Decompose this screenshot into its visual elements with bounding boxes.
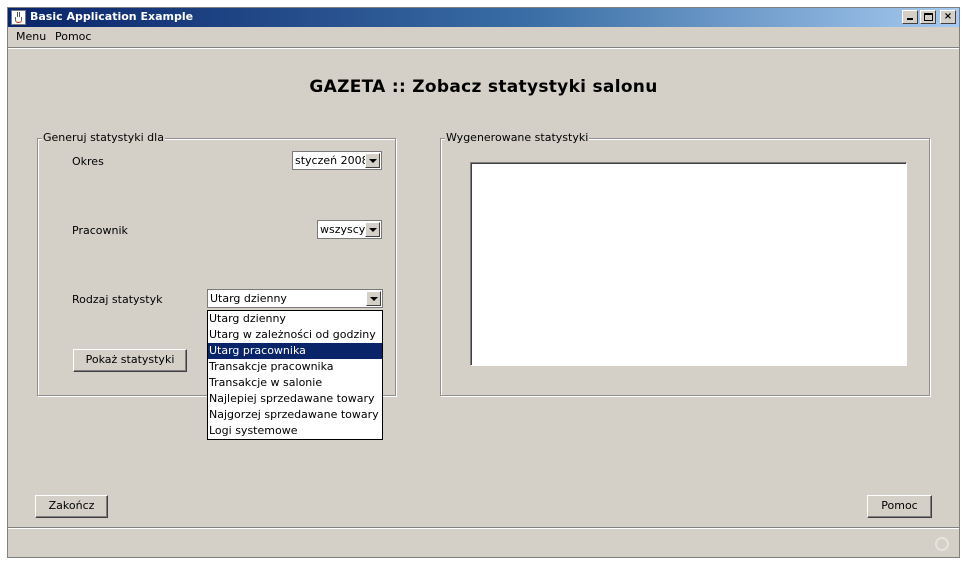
help-button[interactable]: Pomoc	[867, 495, 932, 518]
rodzaj-dropdown-list: Utarg dzienny Utarg w zależności od godz…	[207, 310, 383, 440]
okres-select[interactable]: styczeń 2008	[292, 151, 382, 170]
pracownik-select[interactable]: wszyscy	[317, 220, 382, 239]
pracownik-value: wszyscy	[320, 223, 366, 236]
minimize-icon	[907, 18, 913, 20]
list-item[interactable]: Transakcje pracownika	[208, 359, 382, 375]
maximize-icon	[924, 13, 933, 21]
chevron-down-icon[interactable]	[365, 153, 380, 168]
menu-bar: Menu Pomoc	[8, 27, 959, 47]
stats-output-area[interactable]	[470, 162, 907, 366]
list-item[interactable]: Najgorzej sprzedawane towary	[208, 407, 382, 423]
panel-title: Wygenerowane statystyki	[445, 131, 590, 144]
application-window: Basic Application Example × Menu Pomoc G…	[7, 7, 960, 558]
status-separator	[8, 527, 959, 529]
list-item-highlighted[interactable]: Utarg pracownika	[208, 343, 382, 359]
chevron-down-icon[interactable]	[366, 291, 381, 306]
menu-separator	[8, 47, 959, 49]
rodzaj-value: Utarg dzienny	[210, 292, 287, 305]
page-title: GAZETA :: Zobacz statystyki salonu	[309, 77, 658, 97]
minimize-button[interactable]	[902, 10, 918, 24]
chevron-down-icon[interactable]	[365, 222, 380, 237]
busy-indicator-icon	[935, 537, 949, 551]
list-item[interactable]: Utarg w zależności od godziny	[208, 327, 382, 343]
exit-button[interactable]: Zakończ	[35, 495, 108, 518]
close-icon: ×	[943, 11, 953, 22]
okres-label: Okres	[72, 155, 104, 168]
rodzaj-select[interactable]: Utarg dzienny	[207, 289, 383, 308]
window-title: Basic Application Example	[30, 10, 194, 23]
pracownik-label: Pracownik	[72, 224, 128, 237]
panel-title: Generuj statystyki dla	[42, 131, 165, 144]
list-item[interactable]: Najlepiej sprzedawane towary	[208, 391, 382, 407]
list-item[interactable]: Utarg dzienny	[208, 311, 382, 327]
close-button[interactable]: ×	[940, 10, 956, 24]
okres-value: styczeń 2008	[295, 154, 369, 167]
list-item[interactable]: Transakcje w salonie	[208, 375, 382, 391]
list-item[interactable]: Logi systemowe	[208, 423, 382, 439]
menu-menu[interactable]: Menu	[16, 30, 46, 43]
menu-pomoc[interactable]: Pomoc	[55, 30, 91, 43]
java-icon[interactable]	[11, 10, 26, 25]
window-controls: ×	[902, 10, 956, 24]
maximize-button[interactable]	[920, 10, 936, 24]
rodzaj-label: Rodzaj statystyk	[72, 293, 163, 306]
title-bar[interactable]: Basic Application Example ×	[8, 8, 959, 27]
show-stats-button[interactable]: Pokaż statystyki	[73, 349, 187, 372]
